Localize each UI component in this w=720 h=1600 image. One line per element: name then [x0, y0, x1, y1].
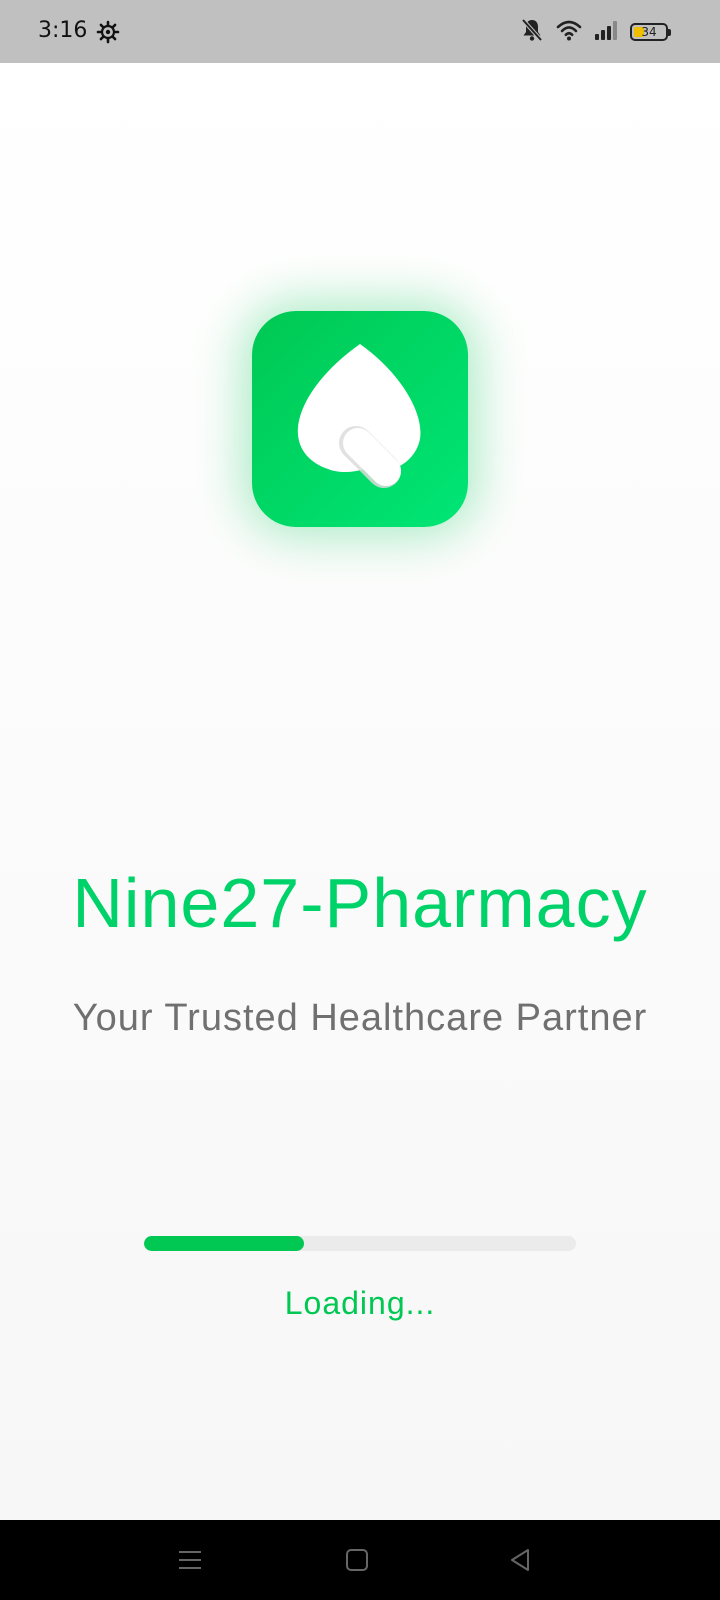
- battery-cap: [668, 29, 671, 36]
- wifi-icon: [556, 19, 582, 45]
- back-button[interactable]: [500, 1540, 540, 1580]
- back-icon: [511, 1549, 529, 1571]
- status-time: 3:16: [38, 18, 88, 43]
- battery-level: 34: [641, 25, 657, 39]
- loading-progress-fill: [144, 1236, 304, 1251]
- home-icon: [346, 1549, 368, 1571]
- bell-off-icon: [520, 17, 544, 47]
- app-logo: [252, 311, 468, 527]
- app-subtitle: Your Trusted Healthcare Partner: [72, 997, 648, 1039]
- battery-icon: 34: [630, 23, 671, 41]
- splash-screen: Nine27-Pharmacy Your Trusted Healthcare …: [0, 63, 720, 1520]
- gear-icon: [96, 20, 120, 44]
- home-button[interactable]: [337, 1540, 377, 1580]
- signal-icon: [594, 19, 618, 45]
- navigation-bar: [0, 1520, 720, 1600]
- menu-icon: [179, 1551, 201, 1569]
- app-title: Nine27-Pharmacy: [72, 864, 648, 942]
- status-bar: 3:16 34: [0, 0, 720, 63]
- loading-progress-bar: [144, 1236, 576, 1251]
- loading-text: Loading...: [284, 1285, 436, 1321]
- leaf-pill-icon: [297, 344, 421, 488]
- status-icons: 34: [520, 17, 671, 47]
- menu-button[interactable]: [170, 1540, 210, 1580]
